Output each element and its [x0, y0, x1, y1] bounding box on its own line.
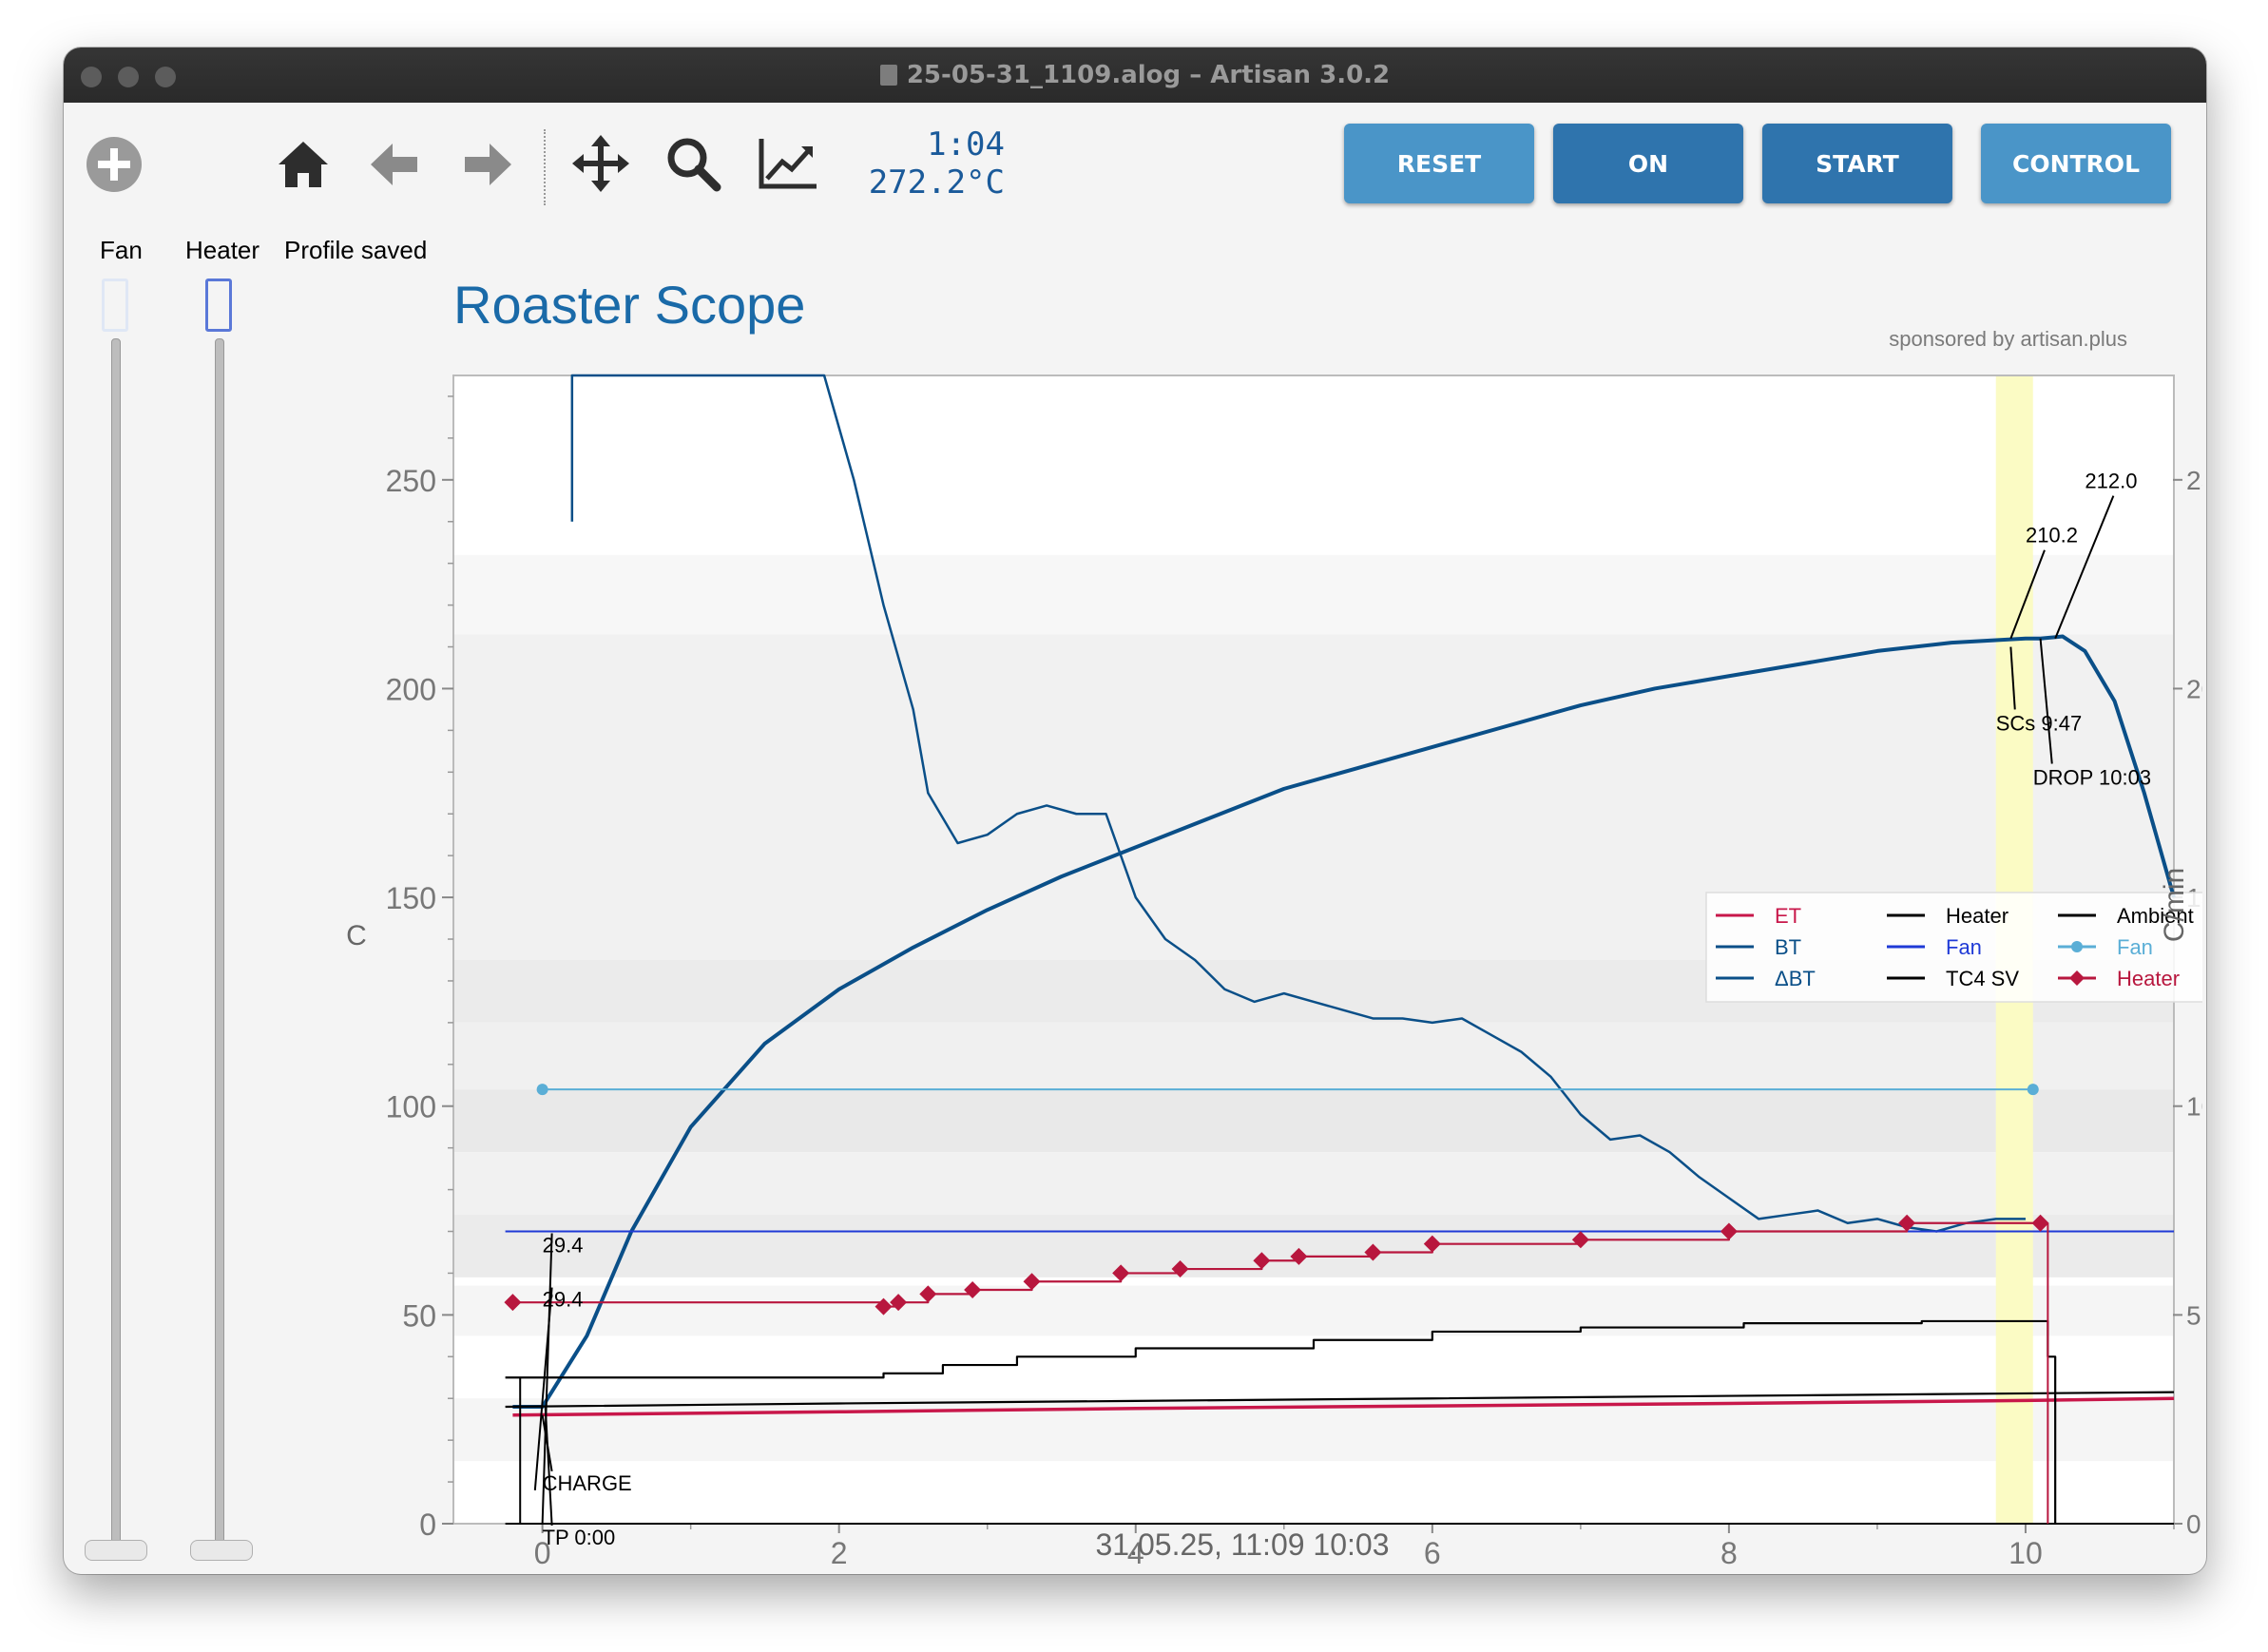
heater-value-display	[205, 279, 232, 332]
annotation-label: 29.4	[543, 1288, 584, 1312]
control-button[interactable]: CONTROL	[1981, 124, 2171, 203]
y-tick-label: 200	[386, 672, 436, 706]
x-tick-label: 6	[1424, 1536, 1441, 1570]
y-tick-label: 250	[386, 464, 436, 498]
legend-label: TC4 SV	[1946, 967, 2019, 990]
legend-label: BT	[1775, 935, 1801, 959]
zoom-icon[interactable]	[664, 135, 721, 192]
window-title-text: 25-05-31_1109.alog – Artisan 3.0.2	[906, 61, 1391, 89]
legend-label: Fan	[2117, 935, 2153, 959]
legend-label: ΔBT	[1775, 967, 1816, 990]
legend-label: Heater	[2117, 967, 2180, 990]
legend: ET Heater AmbientBT Fan FanΔBT TC4 SV Heater	[1705, 892, 2202, 1003]
y-tick-label: 50	[402, 1298, 436, 1333]
heater-slider[interactable]	[215, 338, 224, 1547]
temperature-band	[453, 1089, 2174, 1153]
back-arrow-icon[interactable]	[368, 141, 421, 188]
annotation-label: SCs 9:47	[1996, 711, 2083, 735]
y2-axis-label: C/min	[2159, 868, 2190, 942]
annotation-label: TP 0:00	[543, 1526, 616, 1549]
y-tick-label: 0	[419, 1508, 436, 1542]
y2-tick-label: 25	[2186, 466, 2202, 495]
window-title: 25-05-31_1109.alog – Artisan 3.0.2	[64, 61, 2206, 89]
roast-chart[interactable]: Roaster Scope sponsored by artisan.plus …	[292, 259, 2202, 1570]
temperature-display: 272.2°C	[868, 163, 1005, 202]
title-bar: 25-05-31_1109.alog – Artisan 3.0.2	[64, 48, 2206, 103]
start-button[interactable]: START	[1762, 124, 1952, 203]
legend-label: Heater	[1946, 904, 2009, 928]
sponsor-text: sponsored by artisan.plus	[1889, 327, 2127, 351]
y2-tick-label: 5	[2186, 1300, 2201, 1330]
y2-tick-label: 20	[2186, 674, 2202, 703]
x-tick-label: 2	[831, 1536, 848, 1570]
pan-icon[interactable]	[570, 133, 631, 194]
fan-event-marker	[536, 1084, 548, 1096]
fan-value-display	[102, 279, 128, 332]
reset-button[interactable]: RESET	[1344, 124, 1534, 203]
temperature-band	[453, 554, 2174, 635]
annotation-label: 210.2	[2026, 524, 2078, 547]
timer-display: 1:04	[927, 125, 1005, 163]
temperature-band	[453, 1022, 2174, 1090]
toolbar-separator	[544, 129, 546, 205]
annotation-label: 29.4	[543, 1233, 584, 1257]
annotation-label: DROP 10:03	[2033, 765, 2151, 789]
app-window: 25-05-31_1109.alog – Artisan 3.0.2 1:04 …	[64, 48, 2206, 1574]
heater-slider-handle[interactable]	[190, 1540, 253, 1561]
annotation-label: 212.0	[2085, 470, 2137, 493]
y-axis-label: C	[346, 920, 367, 951]
x-tick-label: 10	[2009, 1536, 2043, 1570]
y-tick-label: 150	[386, 881, 436, 915]
fan-slider-handle[interactable]	[85, 1540, 147, 1561]
fan-slider-label: Fan	[100, 236, 143, 264]
fan-slider[interactable]	[111, 338, 121, 1547]
y2-tick-label: 0	[2186, 1509, 2201, 1539]
temperature-band	[453, 1285, 2174, 1336]
y-tick-label: 100	[386, 1090, 436, 1124]
heater-slider-label: Heater	[185, 236, 260, 264]
forward-arrow-icon[interactable]	[461, 141, 514, 188]
x-axis-label: 31.05.25, 11:09 10:03	[1095, 1527, 1389, 1562]
x-tick-label: 8	[1720, 1536, 1738, 1570]
annotation-label: CHARGE	[543, 1471, 632, 1495]
legend-marker	[2071, 941, 2083, 952]
y2-tick-label: 10	[2186, 1092, 2202, 1122]
fan-event-marker	[2027, 1084, 2039, 1096]
add-icon[interactable]	[85, 135, 144, 194]
legend-label: ET	[1775, 904, 1801, 928]
chart-title: Roaster Scope	[453, 275, 805, 335]
on-button[interactable]: ON	[1553, 124, 1743, 203]
temperature-band	[453, 1152, 2174, 1215]
trend-icon[interactable]	[758, 137, 818, 190]
legend-label: Fan	[1946, 935, 1982, 959]
document-icon	[879, 65, 897, 86]
home-icon[interactable]	[276, 139, 331, 190]
